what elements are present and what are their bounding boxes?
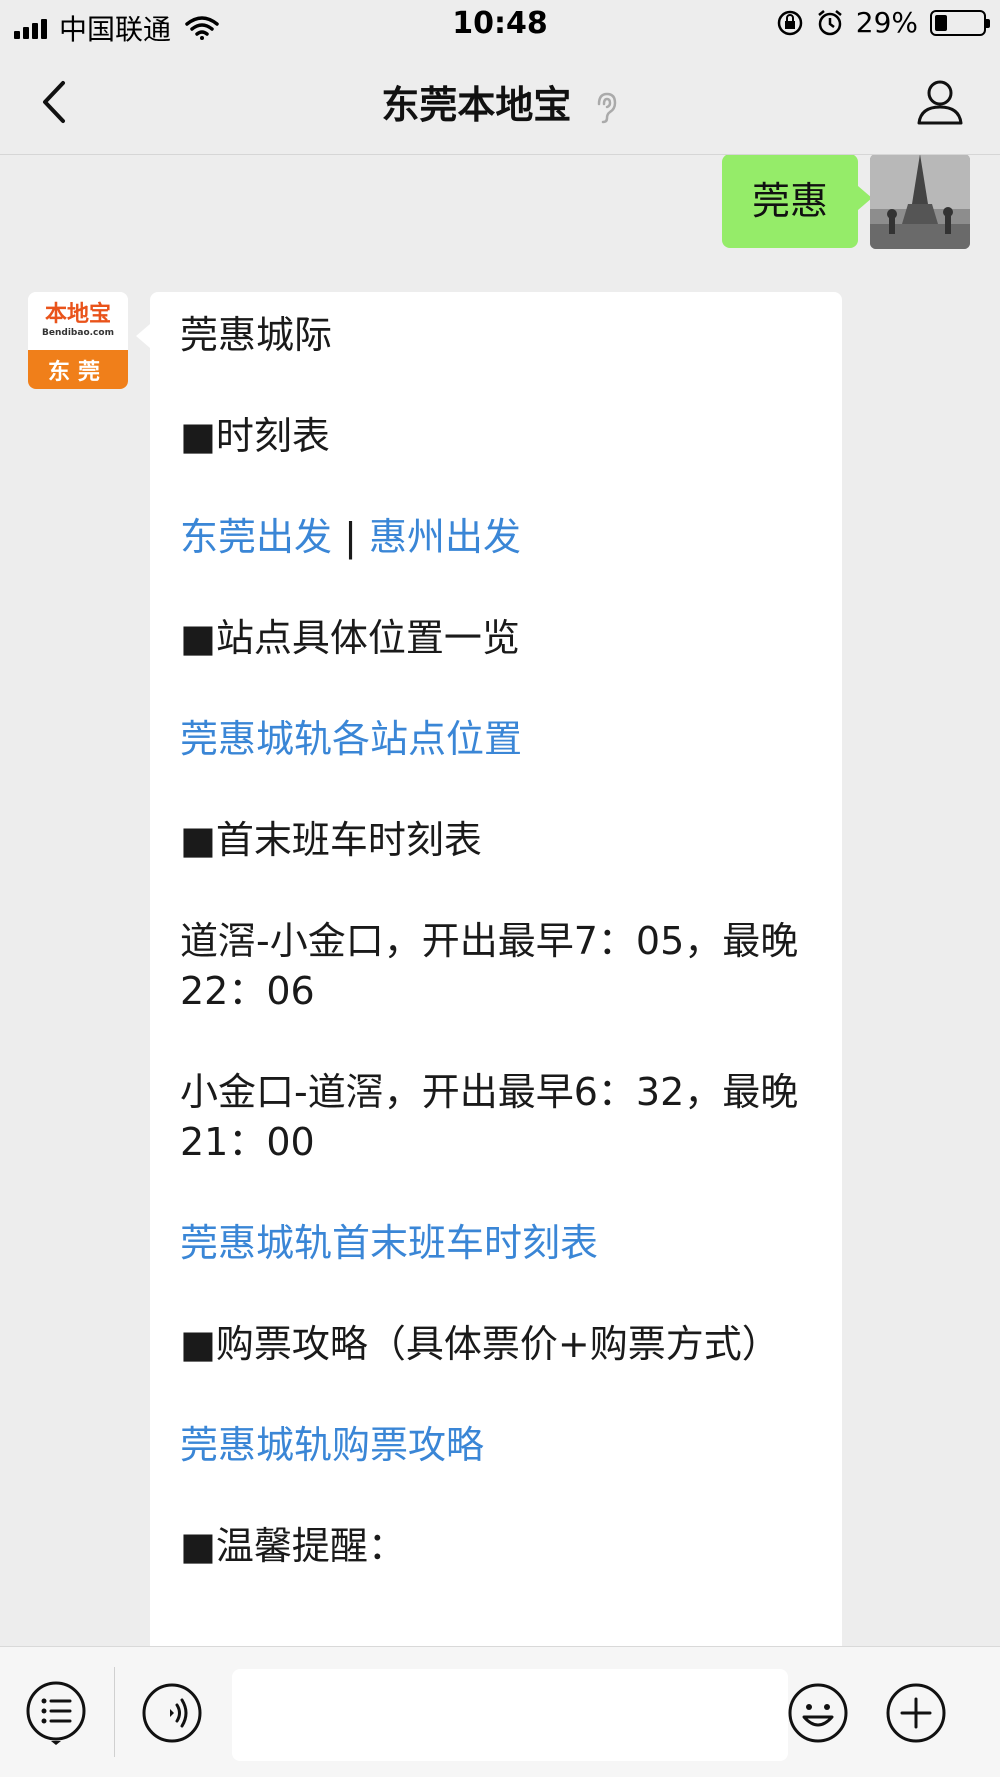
route-2-info: 小金口-道滘，开出最早6：32，最晚21：00 (180, 1070, 799, 1164)
chat-info-button[interactable] (910, 72, 970, 132)
link-separator: | (332, 515, 369, 559)
route-1-info: 道滘-小金口，开出最早7：05，最晚22：06 (180, 919, 799, 1013)
status-bar: 中国联通 10:48 29% (0, 0, 1000, 50)
schedule-heading: ■时刻表 (180, 414, 330, 458)
page-title: 东莞本地宝 (381, 83, 572, 127)
nav-bar: 东莞本地宝 (0, 50, 1000, 155)
my-avatar[interactable] (870, 155, 970, 249)
emoji-button[interactable] (786, 1681, 850, 1745)
stations-heading: ■站点具体位置一览 (180, 616, 520, 660)
battery-fill (935, 14, 948, 31)
ear-icon (597, 92, 616, 123)
rotation-lock-icon (777, 10, 803, 35)
reply-title: 莞惠城际 (180, 313, 333, 357)
input-bar (0, 1646, 1000, 1777)
voice-button[interactable] (140, 1681, 204, 1745)
first-last-heading: ■首末班车时刻表 (180, 818, 482, 862)
battery-percent: 29% (855, 6, 918, 39)
message-input[interactable] (232, 1669, 788, 1761)
link-first-last-schedule[interactable]: 莞惠城轨首末班车时刻表 (180, 1218, 812, 1268)
bot-logo: 本地宝 Bendibao.com (28, 292, 128, 350)
link-huizhou-departure[interactable]: 惠州出发 (369, 515, 521, 559)
schedule-links: 东莞出发 | 惠州出发 (180, 512, 812, 562)
link-ticket-guide[interactable]: 莞惠城轨购票攻略 (180, 1420, 812, 1470)
link-station-locations[interactable]: 莞惠城轨各站点位置 (180, 714, 812, 764)
input-divider (114, 1667, 115, 1757)
bot-logo-domain: Bendibao.com (42, 328, 114, 338)
bot-avatar[interactable]: 本地宝 Bendibao.com 东莞 (28, 292, 128, 389)
status-right: 29% (776, 6, 990, 39)
link-dongguan-departure[interactable]: 东莞出发 (180, 515, 332, 559)
bot-logo-text: 本地宝 (44, 302, 111, 327)
bot-city-label: 东莞 (28, 350, 128, 389)
chat-area[interactable]: 莞惠 本地宝 Bendibao.com 东莞 莞惠城际 ■时刻表 东莞出发 | … (0, 155, 1000, 1647)
bot-message-bubble: 莞惠城际 ■时刻表 东莞出发 | 惠州出发 ■站点具体位置一览 莞惠城轨各站点位… (136, 292, 842, 1647)
ticket-heading: ■购票攻略（具体票价+购票方式） (180, 1322, 780, 1366)
avatar-photo-icon (870, 155, 970, 249)
alarm-icon (817, 9, 842, 35)
more-plus-button[interactable] (884, 1681, 948, 1745)
tips-heading: ■温馨提醒： (180, 1524, 406, 1568)
nav-title-wrap: 东莞本地宝 (0, 74, 1000, 129)
my-message-bubble[interactable]: 莞惠 (721, 155, 873, 248)
person-icon (917, 80, 963, 125)
menu-list-button[interactable] (24, 1681, 88, 1745)
wechat-chat-screen: 中国联通 10:48 29% 东莞本地宝 莞惠 本地宝 Bendibao.com… (0, 0, 1000, 1777)
battery-icon (930, 9, 990, 36)
